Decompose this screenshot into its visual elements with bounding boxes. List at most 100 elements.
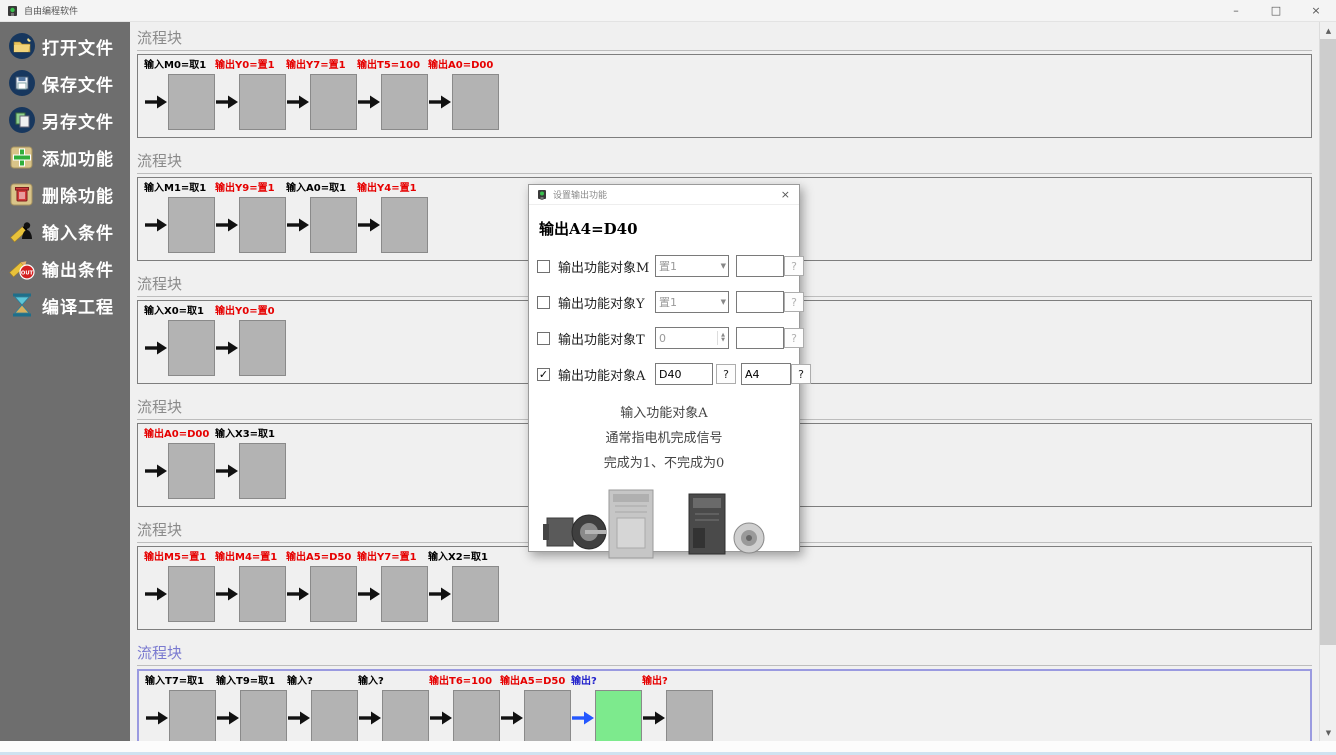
- flow-step-block[interactable]: [168, 320, 215, 376]
- flow-step[interactable]: 输出Y7=置1: [286, 59, 357, 131]
- sidebar-item-label: 编译工程: [42, 293, 114, 318]
- flow-step-block[interactable]: [310, 74, 357, 130]
- flow-step-block[interactable]: [452, 74, 499, 130]
- titlebar: 自由编程软件 – □ ×: [0, 0, 1336, 22]
- flow-step-block[interactable]: [382, 690, 429, 741]
- flow-step-block[interactable]: [168, 443, 215, 499]
- output-target-a-data-field[interactable]: D40: [655, 363, 713, 385]
- flow-step-block[interactable]: [168, 197, 215, 253]
- flow-step[interactable]: 输出A5=D50: [286, 551, 357, 623]
- flow-step-block[interactable]: [381, 566, 428, 622]
- close-button[interactable]: ×: [1296, 0, 1336, 22]
- flow-block-canvas[interactable]: 输入M0=取1输出Y0=置1输出Y7=置1输出T5=100输出A0=D00: [137, 54, 1312, 138]
- dialog-close-icon[interactable]: ×: [781, 188, 790, 201]
- flow-step-block[interactable]: [524, 690, 571, 741]
- flow-arrow-icon: [144, 462, 168, 480]
- flow-step[interactable]: 输出?: [642, 675, 713, 741]
- flow-step[interactable]: 输出A0=D00: [428, 59, 499, 131]
- flow-step-label: 输出Y0=置0: [215, 305, 286, 319]
- output-target-m-select[interactable]: 置1▼: [655, 255, 729, 277]
- flow-step[interactable]: 输入T7=取1: [145, 675, 216, 741]
- flow-step-label: 输入X0=取1: [144, 305, 215, 319]
- flow-step-block[interactable]: [311, 690, 358, 741]
- flow-block-canvas[interactable]: 输入T7=取1输入T9=取1输入?输入?输出T6=100输出A5=D50输出?输…: [137, 669, 1312, 741]
- flow-step[interactable]: 输出A0=D00: [144, 428, 215, 500]
- help-button[interactable]: ?: [784, 256, 804, 276]
- flow-step[interactable]: 输入T9=取1: [216, 675, 287, 741]
- flow-step[interactable]: 输出?: [571, 675, 642, 741]
- scroll-down-icon[interactable]: ▼: [1320, 724, 1336, 741]
- chevron-down-icon[interactable]: ▼: [721, 262, 726, 270]
- flow-step[interactable]: 输出Y0=置0: [215, 305, 286, 377]
- sidebar-button-save-file[interactable]: 保存文件: [8, 68, 130, 98]
- minimize-button[interactable]: –: [1216, 0, 1256, 22]
- flow-step[interactable]: 输入?: [358, 675, 429, 741]
- sidebar-button-open-file[interactable]: 打开文件: [8, 31, 130, 61]
- help-button[interactable]: ?: [791, 364, 811, 384]
- output-target-a-address-field[interactable]: A4: [741, 363, 791, 385]
- help-button[interactable]: ?: [784, 292, 804, 312]
- scroll-up-icon[interactable]: ▲: [1320, 22, 1336, 39]
- flow-step-block[interactable]: [239, 566, 286, 622]
- flow-step[interactable]: 输出Y9=置1: [215, 182, 286, 254]
- output-target-y-select[interactable]: 置1▼: [655, 291, 729, 313]
- flow-step-block[interactable]: [452, 566, 499, 622]
- flow-step-block[interactable]: [239, 443, 286, 499]
- spinner-arrows-icon[interactable]: ▲▼: [717, 331, 728, 345]
- flow-step[interactable]: 输入X2=取1: [428, 551, 499, 623]
- flow-step-block[interactable]: [310, 566, 357, 622]
- help-button[interactable]: ?: [784, 328, 804, 348]
- flow-step-block-active[interactable]: [595, 690, 642, 741]
- output-target-t-value-field[interactable]: [736, 327, 784, 349]
- flow-step[interactable]: 输出T5=100: [357, 59, 428, 131]
- vertical-scrollbar[interactable]: ▲ ▼: [1319, 22, 1336, 741]
- output-target-a-checkbox[interactable]: ✓: [537, 368, 550, 381]
- flow-step-label: 输入T7=取1: [145, 675, 216, 689]
- flow-step-block[interactable]: [168, 74, 215, 130]
- flow-step[interactable]: 输出M4=置1: [215, 551, 286, 623]
- flow-step-block[interactable]: [310, 197, 357, 253]
- sidebar-button-compile-project[interactable]: 编译工程: [8, 290, 130, 320]
- flow-step[interactable]: 输出M5=置1: [144, 551, 215, 623]
- flow-step-label: 输出A5=D50: [500, 675, 571, 689]
- sidebar-button-input-condition[interactable]: 输入条件: [8, 216, 130, 246]
- flow-step-block[interactable]: [239, 74, 286, 130]
- chevron-down-icon[interactable]: ▼: [721, 298, 726, 306]
- input-condition-icon: [8, 217, 36, 245]
- flow-step[interactable]: 输入X0=取1: [144, 305, 215, 377]
- flow-step-block[interactable]: [169, 690, 216, 741]
- maximize-button[interactable]: □: [1256, 0, 1296, 22]
- flow-step-block[interactable]: [453, 690, 500, 741]
- output-target-m-value-field[interactable]: [736, 255, 784, 277]
- flow-step-block[interactable]: [240, 690, 287, 741]
- flow-step-block[interactable]: [381, 197, 428, 253]
- flow-step-block[interactable]: [239, 197, 286, 253]
- flow-arrow-icon: [215, 93, 239, 111]
- help-button[interactable]: ?: [716, 364, 736, 384]
- flow-step[interactable]: 输入A0=取1: [286, 182, 357, 254]
- flow-step[interactable]: 输出Y0=置1: [215, 59, 286, 131]
- sidebar-button-delete-function[interactable]: 删除功能: [8, 179, 130, 209]
- sidebar-button-output-condition[interactable]: OUT输出条件: [8, 253, 130, 283]
- output-target-t-checkbox[interactable]: [537, 332, 550, 345]
- sidebar-button-save-as[interactable]: 另存文件: [8, 105, 130, 135]
- dialog-titlebar[interactable]: 设置输出功能 ×: [529, 185, 799, 205]
- flow-step-block[interactable]: [381, 74, 428, 130]
- flow-step-block[interactable]: [666, 690, 713, 741]
- flow-step[interactable]: 输出Y7=置1: [357, 551, 428, 623]
- flow-step-block[interactable]: [168, 566, 215, 622]
- flow-step[interactable]: 输出T6=100: [429, 675, 500, 741]
- flow-step[interactable]: 输出A5=D50: [500, 675, 571, 741]
- flow-step[interactable]: 输入M1=取1: [144, 182, 215, 254]
- output-target-m-checkbox[interactable]: [537, 260, 550, 273]
- output-target-y-checkbox[interactable]: [537, 296, 550, 309]
- sidebar-button-add-function[interactable]: 添加功能: [8, 142, 130, 172]
- flow-step[interactable]: 输入?: [287, 675, 358, 741]
- flow-step-block[interactable]: [239, 320, 286, 376]
- flow-step[interactable]: 输入M0=取1: [144, 59, 215, 131]
- flow-step[interactable]: 输出Y4=置1: [357, 182, 428, 254]
- output-target-t-spinner[interactable]: 0▲▼: [655, 327, 729, 349]
- output-target-y-value-field[interactable]: [736, 291, 784, 313]
- flow-step[interactable]: 输入X3=取1: [215, 428, 286, 500]
- scrollbar-thumb[interactable]: [1320, 39, 1336, 645]
